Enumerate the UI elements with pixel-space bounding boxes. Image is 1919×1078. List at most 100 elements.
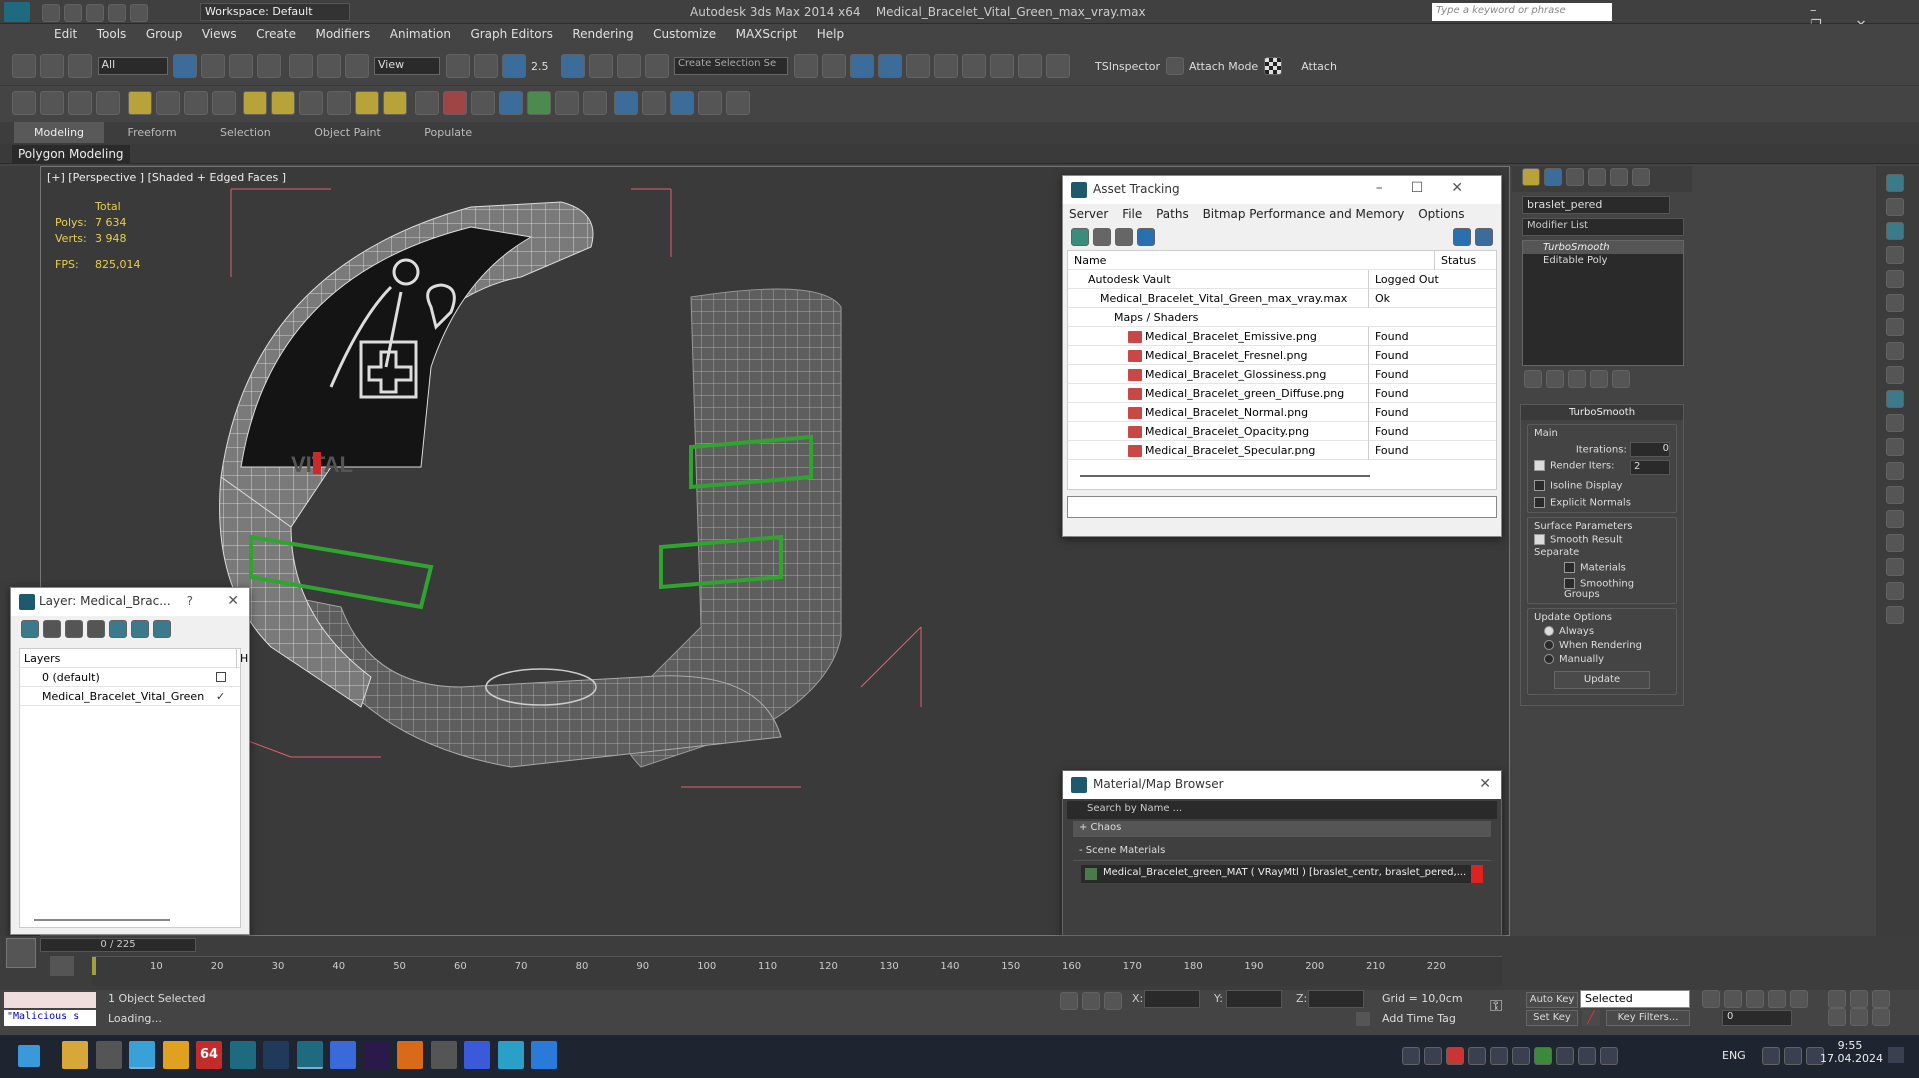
- sphere-icon[interactable]: [299, 91, 323, 115]
- asset-row[interactable]: Medical_Bracelet_Emissive.png Found: [1068, 327, 1496, 346]
- layer-row[interactable]: 0 (default): [20, 668, 240, 687]
- scale-icon[interactable]: [344, 54, 369, 78]
- time-slider[interactable]: 0 / 225: [40, 938, 196, 952]
- always-radio[interactable]: [1544, 626, 1554, 636]
- key-mode-dropdown[interactable]: Selected: [1580, 990, 1690, 1008]
- start-menu-icon[interactable]: [18, 1045, 40, 1067]
- goto-start-icon[interactable]: [1702, 990, 1720, 1008]
- material-editor-icon[interactable]: [961, 54, 986, 78]
- menu-edit[interactable]: Edit: [46, 24, 85, 41]
- ref-coord-dropdown[interactable]: View: [374, 57, 440, 75]
- time-cursor[interactable]: [92, 957, 96, 975]
- play-icon[interactable]: [1886, 486, 1904, 504]
- dome-icon[interactable]: [155, 91, 180, 115]
- align-icon[interactable]: [821, 54, 846, 78]
- menu-create[interactable]: Create: [248, 24, 304, 41]
- percent-snap-icon[interactable]: [588, 54, 613, 78]
- track-bar[interactable]: 10 20 30 40 50 60 70 80 90 100 110 120 130 140 150 160 1…: [92, 956, 1502, 986]
- material-browser-window[interactable]: Material/Map Browser ✕ Search by Name ...…: [1062, 770, 1502, 936]
- isoline-checkbox[interactable]: [1534, 479, 1545, 491]
- material-browser-titlebar[interactable]: Material/Map Browser ✕: [1063, 771, 1501, 799]
- box-icon[interactable]: [1886, 462, 1904, 480]
- grid-icon[interactable]: [96, 91, 120, 115]
- bind-space-warp-icon[interactable]: [68, 54, 92, 78]
- asset-tracking-titlebar[interactable]: Asset Tracking –☐✕: [1063, 176, 1501, 204]
- pin-stack-icon[interactable]: [1524, 370, 1542, 388]
- layer-manager-icon[interactable]: [849, 54, 874, 78]
- maximize-viewport-icon[interactable]: [1872, 1008, 1890, 1026]
- bluetooth-tray-icon[interactable]: [1600, 1047, 1618, 1065]
- next-frame-icon[interactable]: [1768, 990, 1786, 1008]
- redo-icon[interactable]: [130, 4, 148, 22]
- export-icon[interactable]: [698, 91, 722, 115]
- gear-icon[interactable]: [1886, 246, 1904, 264]
- spinner-snap-icon[interactable]: [616, 54, 641, 78]
- nvidia-tray-icon[interactable]: [1556, 1047, 1574, 1065]
- rendered-frame-icon[interactable]: [1017, 54, 1042, 78]
- schematic-view-icon[interactable]: [933, 54, 958, 78]
- rotate-icon[interactable]: [316, 54, 341, 78]
- keyboard-shortcut-icon[interactable]: [501, 54, 526, 78]
- edit-named-sel-icon[interactable]: [644, 54, 669, 78]
- zoom-icon[interactable]: [1828, 990, 1846, 1008]
- asset-menu-bitmap[interactable]: Bitmap Performance and Memory: [1203, 207, 1405, 221]
- camera-icon[interactable]: [183, 91, 208, 115]
- 3dsmax-active-icon[interactable]: [296, 1041, 323, 1069]
- mesh-light-icon[interactable]: [327, 91, 351, 115]
- orbit-icon[interactable]: [1850, 1008, 1868, 1026]
- telegram-tray-icon[interactable]: [1424, 1047, 1442, 1065]
- polygon-modeling-panel[interactable]: Polygon Modeling: [12, 145, 130, 163]
- asset-table[interactable]: Name Status Autodesk Vault Logged Out Medi…: [1067, 250, 1497, 490]
- tab-freeform[interactable]: Freeform: [108, 122, 197, 143]
- open-file-icon[interactable]: [64, 4, 82, 22]
- app-logo-icon[interactable]: [4, 2, 30, 22]
- motion-tab-icon[interactable]: [1588, 168, 1606, 186]
- plant-icon[interactable]: [526, 91, 551, 115]
- file-explorer-icon[interactable]: [62, 1041, 88, 1069]
- menu-animation[interactable]: Animation: [382, 24, 459, 41]
- after-effects-icon[interactable]: [363, 1041, 390, 1069]
- menu-modifiers[interactable]: Modifiers: [307, 24, 378, 41]
- named-selection-dropdown[interactable]: Create Selection Se: [674, 57, 788, 75]
- tab-object-paint[interactable]: Object Paint: [294, 122, 401, 143]
- time-tag-icon[interactable]: [1356, 1012, 1370, 1026]
- modifier-icon[interactable]: [1886, 510, 1904, 528]
- game-app-icon[interactable]: [397, 1041, 423, 1069]
- col-name[interactable]: Name: [1074, 251, 1106, 270]
- render-setup-icon[interactable]: [989, 54, 1014, 78]
- zoom-extents-icon[interactable]: [1872, 990, 1890, 1008]
- teapot-icon[interactable]: [1886, 174, 1904, 192]
- snap-value[interactable]: 2.5: [531, 60, 555, 73]
- remove-modifier-icon[interactable]: [1590, 370, 1608, 388]
- modifier-list-dropdown[interactable]: Modifier List: [1522, 218, 1684, 236]
- horizontal-scrollbar[interactable]: [34, 919, 170, 921]
- texture-icon[interactable]: [582, 91, 607, 115]
- link-icon[interactable]: [12, 54, 36, 78]
- proxy-icon[interactable]: [211, 91, 236, 115]
- close-icon[interactable]: ✕: [1479, 776, 1491, 792]
- unlink-icon[interactable]: [40, 54, 64, 78]
- cloud-tray-icon[interactable]: [1490, 1047, 1508, 1065]
- tab-populate[interactable]: Populate: [404, 122, 492, 143]
- play-icon[interactable]: [1746, 990, 1764, 1008]
- col-layers[interactable]: Layers: [24, 652, 60, 665]
- curve-editor-toggle-icon[interactable]: [50, 956, 74, 976]
- flatten-icon[interactable]: [1886, 534, 1904, 552]
- smooth-result-checkbox[interactable]: [1534, 533, 1545, 545]
- move-icon[interactable]: [288, 54, 313, 78]
- object-name-field[interactable]: braslet_pered: [1522, 196, 1670, 214]
- undo-icon[interactable]: [108, 4, 126, 22]
- refresh-icon[interactable]: [1886, 294, 1904, 312]
- timeline[interactable]: 0 / 225 10 20 30 40 50 60 70 80 90 100 110 120 130 14…: [0, 936, 1919, 990]
- when-rendering-radio[interactable]: [1544, 640, 1554, 650]
- tray-chevron-icon[interactable]: [1402, 1047, 1420, 1065]
- attach-mode-label[interactable]: Attach Mode: [1189, 60, 1258, 73]
- table-view-icon[interactable]: [1137, 228, 1155, 246]
- current-frame-field[interactable]: 0: [1722, 1010, 1792, 1026]
- help-button[interactable]: ?: [187, 594, 193, 608]
- wrench-icon[interactable]: [1886, 438, 1904, 456]
- delete-layer-icon[interactable]: [43, 620, 61, 638]
- asset-menu-file[interactable]: File: [1122, 207, 1142, 221]
- add-time-tag[interactable]: Add Time Tag: [1382, 1012, 1456, 1025]
- layer-titlebar[interactable]: Layer: Medical_Brac...? ✕: [11, 588, 249, 616]
